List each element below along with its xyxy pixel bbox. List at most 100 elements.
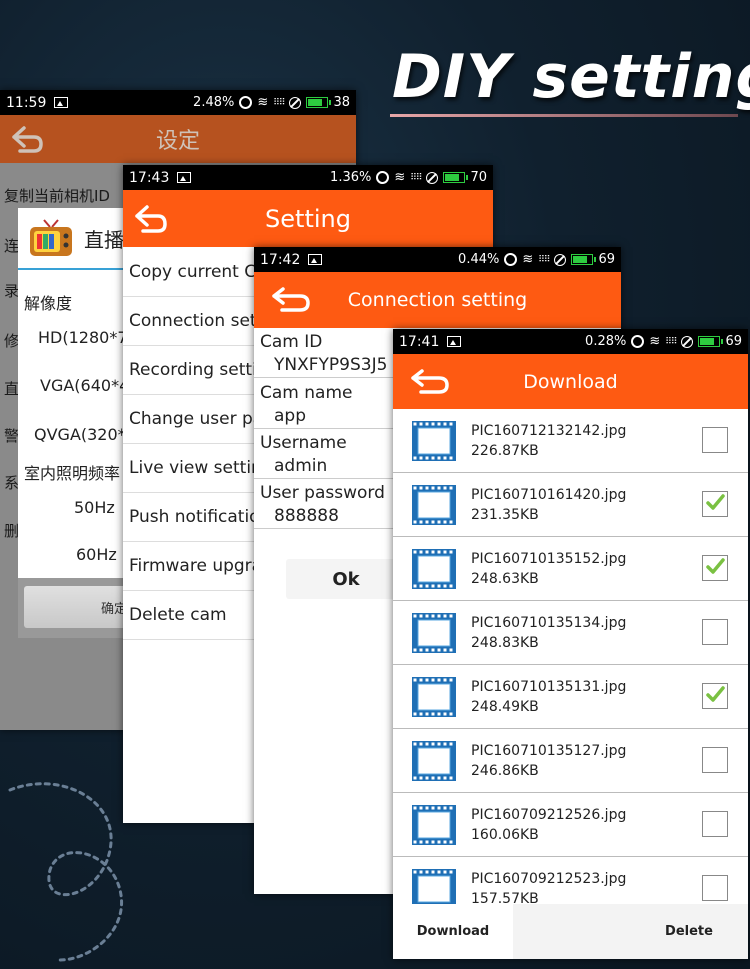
battery-icon	[571, 254, 597, 265]
status-percent: 0.44	[458, 252, 487, 267]
bottom-bar-spacer	[513, 904, 630, 959]
file-checkbox[interactable]	[702, 427, 728, 453]
status-bar: 17:41 0.28% ≋ ⠿⠿ 69	[393, 329, 748, 354]
file-name: PIC160710135131.jpg	[471, 679, 627, 695]
frequency-option[interactable]: 60Hz	[76, 545, 117, 564]
file-checkbox[interactable]	[702, 683, 728, 709]
file-name: PIC160709212523.jpg	[471, 871, 627, 887]
file-size: 160.06KB	[471, 827, 539, 843]
image-icon	[177, 172, 192, 183]
battery-level: 38	[333, 95, 350, 110]
resolution-label: 解像度	[24, 294, 73, 313]
file-checkbox[interactable]	[702, 555, 728, 581]
battery-icon	[306, 97, 332, 108]
field-value[interactable]: app	[274, 406, 306, 426]
title-bar: Setting	[123, 190, 493, 247]
status-bar: 17:43 1.36% ≋ ⠿⠿ 70	[123, 165, 493, 190]
status-time: 17:43	[129, 169, 170, 186]
video-file-icon	[412, 805, 456, 845]
title-bar: 设定	[0, 115, 356, 163]
back-arrow-icon[interactable]	[10, 125, 44, 153]
status-bar: 17:42 0.44% ≋ ⠿⠿ 69	[254, 247, 621, 272]
file-name: PIC160710135152.jpg	[471, 551, 627, 567]
video-file-icon	[412, 613, 456, 653]
page-title: 设定	[155, 129, 200, 154]
field-value[interactable]: admin	[274, 456, 327, 476]
file-size: 246.86KB	[471, 763, 539, 779]
wifi-icon: ≋	[394, 170, 406, 185]
resolution-option[interactable]: VGA(640*4	[40, 376, 129, 395]
back-arrow-icon[interactable]	[270, 286, 312, 314]
resolution-option[interactable]: QVGA(320*	[34, 425, 126, 444]
file-checkbox[interactable]	[702, 875, 728, 901]
alarm-icon	[631, 335, 645, 348]
status-time: 17:42	[260, 251, 301, 268]
title-bar: Connection setting	[254, 272, 621, 328]
image-icon	[308, 254, 323, 265]
status-bar: 11:59 2.48% ≋ ⠿⠿ 38	[0, 90, 356, 115]
page-title: Connection setting	[347, 289, 528, 311]
file-size: 248.49KB	[471, 699, 539, 715]
headline: DIY setting	[392, 42, 750, 112]
no-disturb-icon	[289, 96, 302, 109]
file-checkbox[interactable]	[702, 619, 728, 645]
file-row[interactable]: PIC160709212526.jpg 160.06KB	[393, 793, 748, 857]
video-file-icon	[412, 741, 456, 781]
file-checkbox[interactable]	[702, 491, 728, 517]
no-disturb-icon	[554, 253, 567, 266]
back-arrow-icon[interactable]	[133, 204, 169, 234]
page-title: Download	[523, 370, 618, 393]
file-row[interactable]: PIC160710135131.jpg 248.49KB	[393, 665, 748, 729]
bottom-action-bar: Download Delete	[393, 904, 748, 959]
video-file-icon	[412, 485, 456, 525]
video-file-icon	[412, 549, 456, 589]
file-row[interactable]: PIC160710135152.jpg 248.63KB	[393, 537, 748, 601]
wifi-icon: ≋	[522, 252, 534, 267]
battery-level: 70	[470, 170, 487, 185]
file-checkbox[interactable]	[702, 747, 728, 773]
video-file-icon	[412, 421, 456, 461]
file-row[interactable]: PIC160712132142.jpg 226.87KB	[393, 409, 748, 473]
back-arrow-icon[interactable]	[409, 368, 451, 396]
field-label: Cam name	[260, 383, 353, 403]
signal-icon: ⠿⠿	[665, 336, 677, 347]
file-name: PIC160712132142.jpg	[471, 423, 627, 439]
field-label: User password	[260, 483, 385, 503]
dialog-title: 直播	[84, 227, 124, 252]
file-size: 248.83KB	[471, 635, 539, 651]
signal-icon: ⠿⠿	[410, 172, 422, 183]
image-icon	[447, 336, 462, 347]
battery-icon	[698, 336, 724, 347]
ok-button[interactable]: Ok	[286, 559, 406, 599]
battery-icon	[443, 172, 469, 183]
status-percent: 2.48	[193, 95, 222, 110]
status-percent: 1.36	[330, 170, 359, 185]
file-row[interactable]: PIC160710135127.jpg 246.86KB	[393, 729, 748, 793]
file-checkbox[interactable]	[702, 811, 728, 837]
frequency-option[interactable]: 50Hz	[74, 498, 115, 517]
alarm-icon	[504, 253, 518, 266]
status-time: 17:41	[399, 333, 440, 350]
status-time: 11:59	[6, 94, 47, 111]
file-row[interactable]: PIC160710161420.jpg 231.35KB	[393, 473, 748, 537]
download-button[interactable]: Download	[393, 904, 513, 959]
alarm-icon	[239, 96, 253, 109]
checkmark-icon	[706, 686, 725, 702]
file-row[interactable]: PIC160710135134.jpg 248.83KB	[393, 601, 748, 665]
checkmark-icon	[706, 558, 725, 574]
delete-button[interactable]: Delete	[630, 904, 748, 959]
status-percent: 0.28	[585, 334, 614, 349]
file-name: PIC160710135127.jpg	[471, 743, 627, 759]
file-name: PIC160709212526.jpg	[471, 807, 627, 823]
signal-icon: ⠿⠿	[273, 97, 285, 108]
wifi-icon: ≋	[649, 334, 661, 349]
wifi-icon: ≋	[257, 95, 269, 110]
resolution-option[interactable]: HD(1280*7	[38, 328, 128, 347]
headline-underline	[390, 114, 738, 117]
field-value[interactable]: 888888	[274, 506, 339, 526]
file-size: 248.63KB	[471, 571, 539, 587]
file-name: PIC160710135134.jpg	[471, 615, 627, 631]
field-value[interactable]: YNXFYP9S3J5	[274, 355, 387, 375]
signal-icon: ⠿⠿	[538, 254, 550, 265]
checkmark-icon	[706, 494, 725, 510]
